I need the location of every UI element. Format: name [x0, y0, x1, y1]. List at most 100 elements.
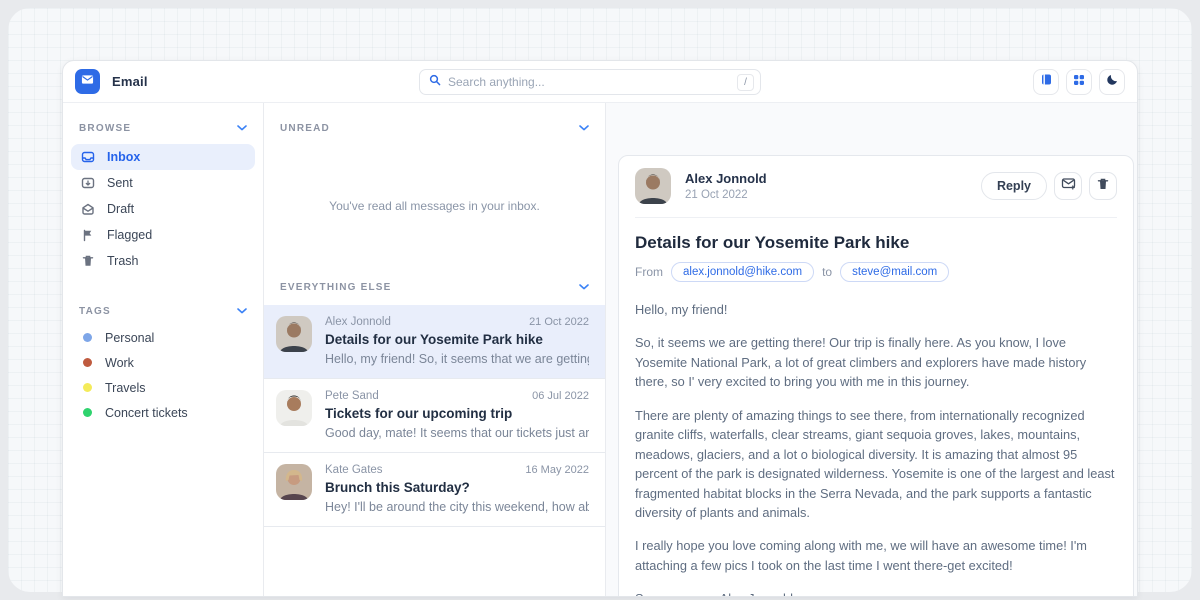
body-paragraph: There are plenty of amazing things to se…	[635, 406, 1117, 523]
sidebar-item-label: Draft	[107, 202, 134, 216]
email-preview: Good day, mate! It seems that our ticket…	[325, 426, 589, 440]
draft-icon	[81, 202, 95, 216]
chevron-down-icon	[237, 123, 247, 134]
email-date: 16 May 2022	[525, 464, 589, 476]
email-detail-card: Alex Jonnold 21 Oct 2022 Reply	[618, 155, 1134, 597]
envelope-plus-icon	[1061, 176, 1076, 196]
mark-unread-button[interactable]	[1054, 172, 1082, 200]
browse-list: Inbox Sent Draft	[63, 142, 263, 280]
trash-icon	[81, 254, 95, 268]
search-shortcut-badge: /	[737, 74, 754, 91]
avatar	[276, 390, 312, 426]
email-preview: Hello, my friend! So, it seems that we a…	[325, 352, 589, 366]
from-label: From	[635, 265, 663, 279]
tags-list: Personal Work Travels Concert tickets	[63, 325, 263, 425]
tag-label: Personal	[105, 331, 154, 345]
flag-icon	[81, 228, 95, 242]
tag-label: Concert tickets	[105, 406, 188, 420]
app-logo	[75, 69, 100, 94]
dark-mode-moon-icon	[1106, 73, 1119, 91]
body-paragraph: See you soon, Alex Jonnold	[635, 589, 1117, 597]
body-paragraph: Hello, my friend!	[635, 300, 1117, 319]
sidebar-item-flagged[interactable]: Flagged	[71, 222, 255, 248]
sidebar-item-draft[interactable]: Draft	[71, 196, 255, 222]
sent-icon	[81, 176, 95, 190]
reply-button[interactable]: Reply	[981, 172, 1047, 200]
unread-empty-message: You've read all messages in your inbox.	[264, 199, 605, 213]
unread-section-label: UNREAD	[280, 123, 330, 134]
sidebar-item-inbox[interactable]: Inbox	[71, 144, 255, 170]
dark-mode-button[interactable]	[1099, 69, 1125, 95]
email-preview: Hey! I'll be around the city this weeken…	[325, 500, 589, 514]
email-subject: Details for our Yosemite Park hike	[325, 332, 589, 347]
everything-else-label: EVERYTHING ELSE	[280, 282, 392, 293]
topbar-actions	[1033, 69, 1125, 95]
avatar	[635, 168, 671, 204]
tag-color-dot	[83, 358, 92, 367]
chevron-down-icon	[237, 306, 247, 317]
detail-date: 21 Oct 2022	[685, 189, 967, 201]
detail-actions: Reply	[981, 172, 1117, 200]
email-subject: Tickets for our upcoming trip	[325, 406, 589, 421]
from-to-row: From alex.jonnold@hike.com to steve@mail…	[635, 262, 1117, 282]
email-detail-panel: Alex Jonnold 21 Oct 2022 Reply	[606, 103, 1137, 596]
email-sender: Alex Jonnold	[325, 316, 391, 328]
top-bar: Email /	[63, 61, 1137, 103]
email-list: Alex Jonnold 21 Oct 2022 Details for our…	[264, 305, 605, 527]
detail-subject: Details for our Yosemite Park hike	[635, 233, 1117, 253]
tags-section-label: TAGS	[79, 306, 111, 317]
tag-color-dot	[83, 333, 92, 342]
body-paragraph: So, it seems we are getting there! Our t…	[635, 333, 1117, 391]
to-email-chip[interactable]: steve@mail.com	[840, 262, 949, 282]
email-app-window: Email /	[62, 60, 1138, 597]
email-meta: Alex Jonnold 21 Oct 2022 Details for our…	[325, 316, 589, 366]
to-label: to	[822, 265, 832, 279]
chevron-down-icon	[579, 123, 589, 134]
email-sender: Pete Sand	[325, 390, 379, 402]
sidebar-item-sent[interactable]: Sent	[71, 170, 255, 196]
tag-item-personal[interactable]: Personal	[71, 325, 255, 350]
delete-button[interactable]	[1089, 172, 1117, 200]
sidebar: BROWSE Inbox Sent	[63, 103, 264, 596]
unread-section-header[interactable]: UNREAD	[264, 115, 605, 142]
unread-section: UNREAD You've read all messages in your …	[264, 103, 605, 272]
browse-section-label: BROWSE	[79, 123, 131, 134]
browse-section-header[interactable]: BROWSE	[63, 115, 263, 142]
tag-item-concert-tickets[interactable]: Concert tickets	[71, 400, 255, 425]
email-list-item-tickets[interactable]: Pete Sand 06 Jul 2022 Tickets for our up…	[264, 379, 605, 453]
tag-item-travels[interactable]: Travels	[71, 375, 255, 400]
search-box[interactable]: /	[419, 69, 761, 95]
tag-item-work[interactable]: Work	[71, 350, 255, 375]
notebook-button[interactable]	[1033, 69, 1059, 95]
email-subject: Brunch this Saturday?	[325, 480, 589, 495]
detail-header: Alex Jonnold 21 Oct 2022 Reply	[635, 168, 1117, 218]
email-list-item-brunch[interactable]: Kate Gates 16 May 2022 Brunch this Satur…	[264, 453, 605, 527]
body-paragraph: I really hope you love coming along with…	[635, 536, 1117, 575]
tag-color-dot	[83, 383, 92, 392]
email-list-item-yosemite[interactable]: Alex Jonnold 21 Oct 2022 Details for our…	[264, 305, 605, 379]
email-body: Hello, my friend! So, it seems we are ge…	[635, 300, 1117, 597]
detail-sender-name: Alex Jonnold	[685, 171, 967, 186]
notebook-icon	[1040, 73, 1053, 91]
everything-else-section: EVERYTHING ELSE Alex Jonnold 21 O	[264, 272, 605, 596]
from-email-chip[interactable]: alex.jonnold@hike.com	[671, 262, 814, 282]
avatar	[276, 316, 312, 352]
sidebar-item-label: Sent	[107, 176, 133, 190]
email-meta: Pete Sand 06 Jul 2022 Tickets for our up…	[325, 390, 589, 440]
search-input[interactable]	[448, 75, 737, 89]
apps-grid-button[interactable]	[1066, 69, 1092, 95]
tag-label: Travels	[105, 381, 146, 395]
apps-grid-icon	[1073, 73, 1085, 91]
tags-section-header[interactable]: TAGS	[63, 298, 263, 325]
everything-else-header[interactable]: EVERYTHING ELSE	[264, 274, 605, 301]
tag-label: Work	[105, 356, 134, 370]
chevron-down-icon	[579, 282, 589, 293]
email-sender: Kate Gates	[325, 464, 383, 476]
trash-icon	[1096, 177, 1110, 196]
sidebar-item-trash[interactable]: Trash	[71, 248, 255, 274]
envelope-icon	[81, 73, 94, 91]
tag-color-dot	[83, 408, 92, 417]
email-date: 06 Jul 2022	[532, 390, 589, 402]
sidebar-item-label: Trash	[107, 254, 139, 268]
avatar	[276, 464, 312, 500]
